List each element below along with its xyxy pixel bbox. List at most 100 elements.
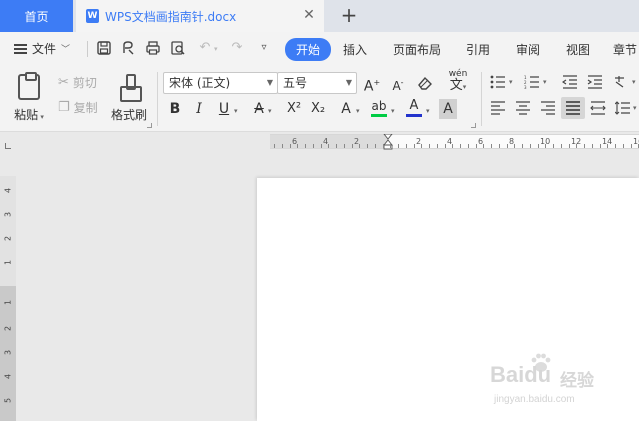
close-tab-icon[interactable]: ✕ (302, 8, 316, 22)
tab-stop-selector[interactable] (5, 143, 11, 149)
justify-button[interactable] (561, 97, 585, 119)
output-pdf-icon[interactable] (120, 40, 136, 56)
ruler-tick (452, 144, 453, 148)
ruler-label: 2 (3, 235, 13, 242)
format-painter-button[interactable]: 格式刷 (108, 74, 150, 123)
tab-insert[interactable]: 插入 (343, 41, 367, 58)
ruler-tick (576, 144, 577, 148)
text-effect-dropdown-icon[interactable]: ▾ (356, 107, 360, 115)
ruler-tick (476, 144, 477, 148)
pinyin-guide-char: 文 (449, 78, 463, 93)
shrink-font-icon[interactable]: A- (389, 73, 407, 93)
pinyin-guide-button[interactable]: wén 文▾ (444, 69, 472, 94)
indent-marker-icon[interactable] (383, 134, 393, 150)
file-menu[interactable]: 文件 ﹀ (14, 40, 70, 57)
bullet-list-dropdown-icon[interactable]: ▾ (509, 78, 513, 86)
font-name-select[interactable]: 宋体 (正文) ▼ (163, 72, 278, 94)
bold-icon[interactable]: B (166, 99, 184, 119)
strikethrough-dropdown-icon[interactable]: ▾ (268, 107, 272, 115)
text-effect-icon[interactable]: A (337, 99, 355, 119)
quick-access-dropdown-icon[interactable]: ▿ (256, 40, 272, 56)
ruler-tick (623, 144, 624, 148)
decrease-indent-icon[interactable] (562, 75, 578, 89)
distributed-align-icon[interactable] (590, 101, 606, 115)
tab-home[interactable]: 首页 (0, 0, 73, 32)
strikethrough-icon[interactable]: A (250, 99, 268, 119)
redo-icon[interactable]: ↷ (229, 40, 245, 56)
cut-button[interactable]: ✂ 剪切 (58, 74, 97, 91)
ruler-tick (344, 144, 345, 148)
chevron-down-icon: ▼ (266, 78, 273, 87)
tab-page-layout[interactable]: 页面布局 (393, 41, 441, 58)
tab-references[interactable]: 引用 (466, 41, 490, 58)
tab-view[interactable]: 视图 (566, 41, 590, 58)
align-center-icon[interactable] (515, 101, 531, 115)
tab-view-label: 视图 (566, 43, 591, 57)
chinese-layout-dropdown-icon[interactable]: ▾ (632, 78, 636, 86)
menu-divider (87, 41, 88, 57)
new-tab-icon[interactable]: + (338, 4, 360, 26)
ruler-tick (414, 144, 415, 148)
cut-label: 剪切 (72, 76, 97, 90)
increase-indent-icon[interactable] (587, 75, 603, 89)
underline-dropdown-icon[interactable]: ▾ (234, 107, 238, 115)
baidu-jingyan-watermark: Baidu 经验 jingyan.baidu.com (490, 352, 630, 412)
ruler-label: 4 (3, 373, 13, 380)
ruler-tick (437, 144, 438, 148)
numbered-list-dropdown-icon[interactable]: ▾ (543, 78, 547, 86)
ruler-tick (460, 144, 461, 148)
ruler-tick (514, 144, 515, 148)
copy-icon: ❐ (58, 100, 70, 115)
grow-font-icon[interactable]: A+ (363, 73, 381, 95)
ruler-tick (600, 144, 601, 148)
character-shading-icon[interactable]: A (439, 99, 457, 119)
align-left-icon[interactable] (490, 101, 506, 115)
highlight-dropdown-icon[interactable]: ▾ (391, 107, 395, 115)
ruler-tick (445, 144, 446, 148)
wps-writer-window: 首页 W WPS文档画指南针.docx ✕ + 文件 ﹀ ↶ ▾ ↷ ▿ 开始 … (0, 0, 639, 421)
vertical-ruler[interactable]: 4 3 2 1 1 2 3 4 5 (0, 176, 16, 421)
copy-button[interactable]: ❐ 复制 (58, 99, 98, 116)
align-justify-icon (566, 101, 580, 115)
subscript-icon[interactable]: X₂ (307, 99, 329, 119)
watermark-url: jingyan.baidu.com (494, 394, 575, 405)
line-spacing-dropdown-icon[interactable]: ▾ (633, 104, 637, 112)
print-preview-icon[interactable] (170, 40, 186, 56)
align-right-icon[interactable] (540, 101, 556, 115)
ruler-tick (383, 144, 384, 148)
font-color-dropdown-icon[interactable]: ▾ (426, 107, 430, 115)
tab-review-label: 审阅 (516, 43, 541, 57)
svg-text:3: 3 (524, 85, 527, 89)
ruler-tick (421, 144, 422, 148)
chinese-layout-icon[interactable] (614, 75, 630, 89)
horizontal-ruler[interactable]: 64224681012141618 (270, 134, 639, 150)
tab-chapter[interactable]: 章节 (613, 41, 637, 58)
line-spacing-icon[interactable] (615, 101, 631, 115)
undo-icon[interactable]: ↶ (197, 40, 213, 56)
paste-button[interactable]: 粘贴 ▾ (12, 72, 46, 123)
numbered-list-icon[interactable]: 123 (524, 75, 540, 89)
file-menu-label: 文件 (32, 42, 57, 56)
tab-review[interactable]: 审阅 (516, 41, 540, 58)
undo-dropdown-icon[interactable]: ▾ (214, 45, 218, 53)
italic-icon[interactable]: I (190, 99, 208, 119)
tab-document[interactable]: W WPS文档画指南针.docx ✕ (76, 0, 324, 32)
underline-icon[interactable]: U (215, 99, 233, 119)
clear-format-icon[interactable] (416, 74, 434, 92)
ruler-area: 64224681012141618 (0, 132, 639, 152)
save-icon[interactable] (96, 40, 112, 56)
ruler-tick (274, 144, 275, 148)
ruler-label: 5 (3, 397, 13, 404)
ruler-tick (483, 144, 484, 148)
tab-start[interactable]: 开始 (285, 38, 332, 61)
clipboard-group-launcher[interactable] (147, 123, 152, 128)
font-group-launcher[interactable] (471, 123, 476, 128)
font-size-select[interactable]: 五号 ▼ (277, 72, 357, 94)
watermark-cn: 经验 (560, 371, 594, 391)
print-icon[interactable] (145, 40, 161, 56)
highlight-color-button[interactable]: ab (369, 99, 389, 119)
superscript-icon[interactable]: X² (283, 99, 305, 119)
bullet-list-icon[interactable] (490, 75, 506, 89)
highlight-color-swatch (371, 114, 387, 117)
font-color-button[interactable]: A (404, 99, 424, 119)
